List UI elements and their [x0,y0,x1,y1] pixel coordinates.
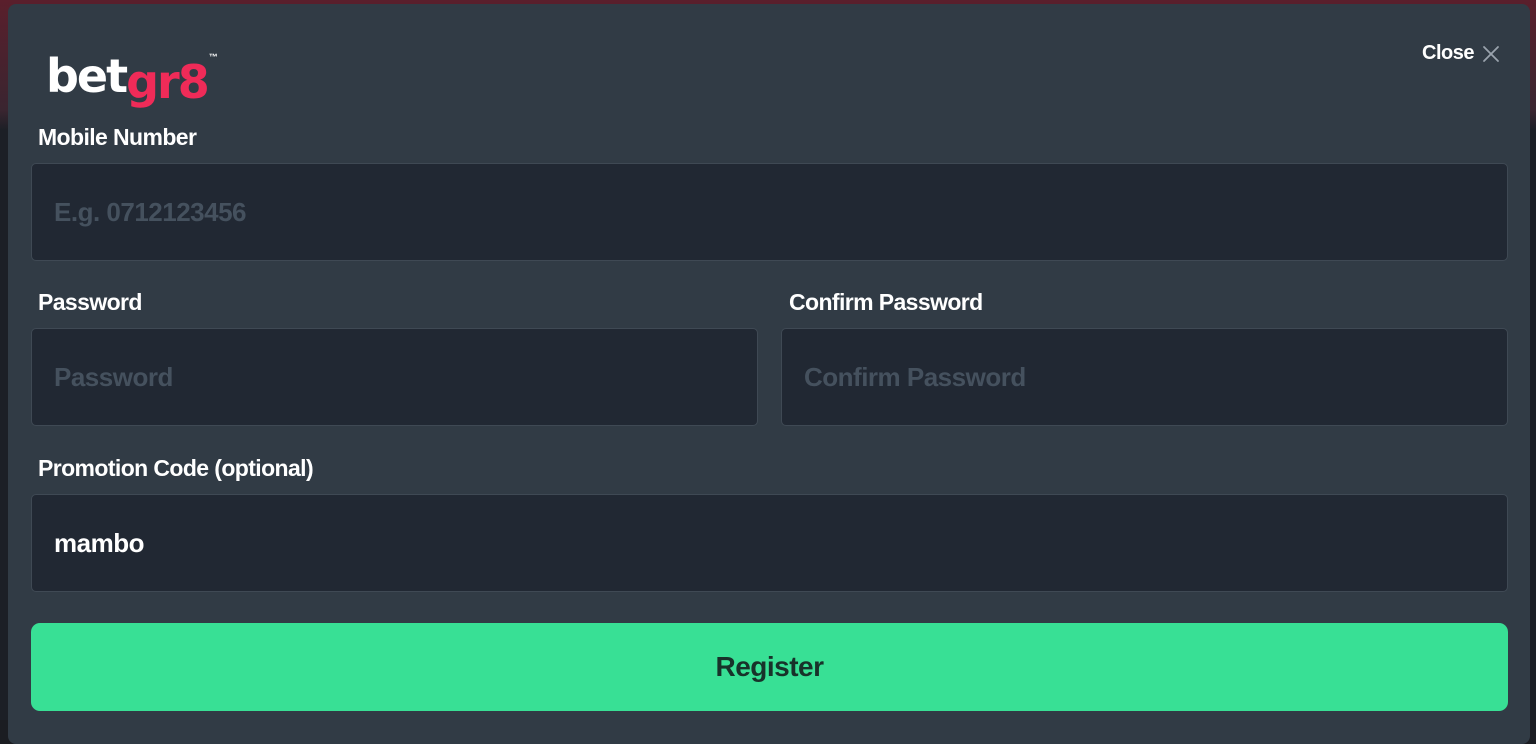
logo-text-bet: bet [46,49,128,103]
confirm-password-input[interactable] [781,328,1508,426]
password-input[interactable] [31,328,758,426]
close-button[interactable]: Close [1422,42,1500,65]
promotion-code-input[interactable] [31,494,1508,592]
logo-trademark: ™ [208,52,218,62]
confirm-password-label: Confirm Password [789,289,983,315]
register-modal: bet gr8 ™ Close Mobile Number Password C… [8,4,1530,744]
logo-text-gr8: gr8 [126,55,210,109]
mobile-number-label: Mobile Number [38,124,197,150]
mobile-number-input[interactable] [31,163,1508,261]
password-label: Password [38,289,142,315]
betgr8-logo: bet gr8 ™ [46,48,218,112]
close-icon [1483,45,1499,62]
register-button[interactable]: Register [31,623,1508,711]
promotion-code-label: Promotion Code (optional) [38,455,314,481]
close-label: Close [1422,42,1474,64]
